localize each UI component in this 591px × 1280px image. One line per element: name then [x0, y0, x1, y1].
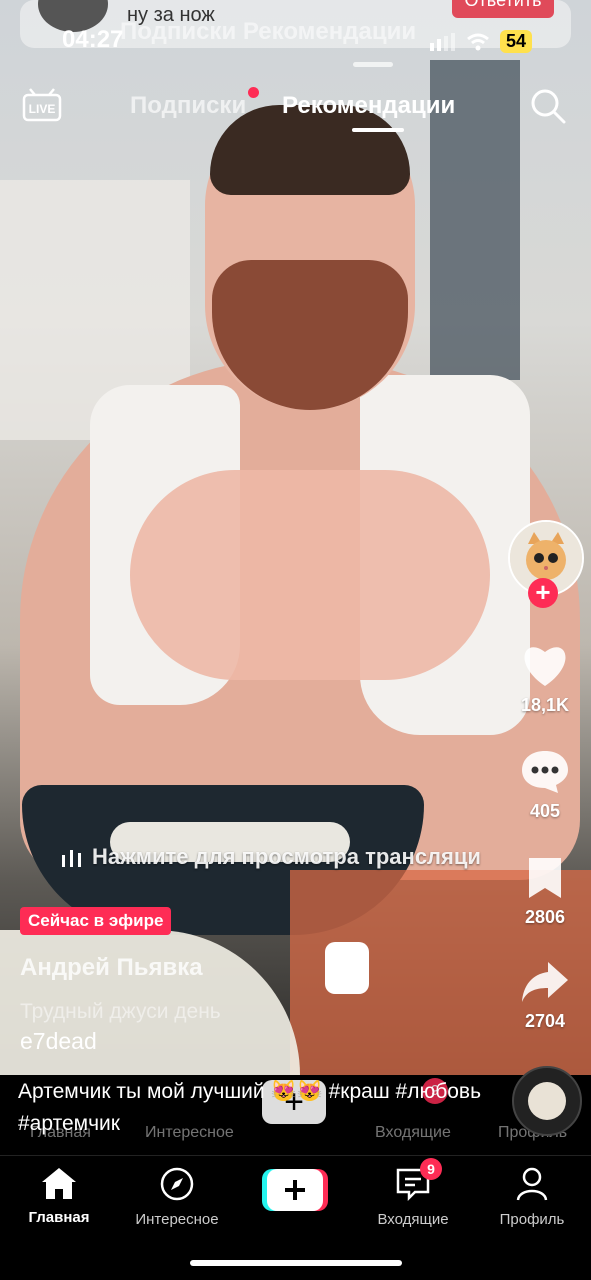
music-disc-cover [528, 1082, 566, 1120]
plus-icon[interactable] [262, 1169, 328, 1211]
wifi-icon [467, 33, 489, 50]
ghost-tabs-text: Подписки Рекомендации [120, 18, 417, 45]
nav-inbox-label: Входящие [377, 1211, 449, 1228]
share-count: 2704 [524, 1011, 566, 1031]
live-hint[interactable]: Нажмите для просмотра трансляци [60, 844, 481, 870]
share-button[interactable]: 2704 [505, 960, 585, 1032]
nav-profile[interactable]: Профиль [473, 1166, 591, 1228]
equalizer-icon [62, 850, 81, 867]
profile-icon [516, 1167, 548, 1201]
cup [325, 942, 369, 994]
heart-icon [524, 647, 566, 686]
like-count: 18,1K [520, 695, 570, 715]
follow-button[interactable]: + [528, 578, 558, 608]
live-subtitle: Трудный джуси день [20, 1000, 221, 1023]
home-indicator[interactable] [190, 1260, 402, 1266]
music-disc[interactable] [512, 1066, 582, 1136]
video-author-handle[interactable]: e7dead [20, 1028, 97, 1055]
signal-icon [430, 32, 455, 51]
like-button[interactable]: 18,1K [505, 642, 585, 716]
nav-home[interactable]: Главная [0, 1166, 118, 1226]
nav-discover-label: Интересное [135, 1211, 219, 1228]
nav-profile-label: Профиль [499, 1211, 565, 1228]
compass-icon [160, 1167, 194, 1201]
nav-home-label: Главная [28, 1209, 90, 1226]
status-time: 04:27 [62, 26, 124, 53]
save-button[interactable]: 2806 [505, 856, 585, 928]
live-icon-label: LIVE [29, 102, 56, 116]
reply-button[interactable]: Ответить [452, 0, 554, 18]
comment-count: 405 [529, 801, 561, 821]
battery-indicator: 54 [500, 30, 533, 53]
tab-following[interactable]: Подписки [130, 92, 246, 120]
video-caption[interactable]: Артемчик ты мой лучший 😻😻 #краш #любовь … [18, 1076, 488, 1140]
notification-grabber[interactable] [353, 62, 393, 67]
nav-discover[interactable]: Интересное [118, 1166, 236, 1228]
status-icons: 54 [430, 30, 533, 53]
live-hint-text: Нажмите для просмотра трансляци [92, 844, 481, 869]
nav-inbox[interactable]: Входящие [354, 1166, 472, 1228]
tab-for-you[interactable]: Рекомендации [282, 92, 455, 120]
comment-icon [522, 751, 568, 793]
live-now-badge[interactable]: Сейчас в эфире [20, 907, 172, 935]
bookmark-icon [529, 858, 561, 898]
heart-hands [130, 470, 490, 680]
tiktok-screen: ну за нож Ответить Подписки Рекомендации… [0, 0, 591, 1280]
active-tab-indicator [352, 128, 404, 132]
search-icon[interactable] [530, 88, 566, 124]
share-icon [522, 962, 568, 1002]
top-nav: LIVE Подписки Рекомендации [0, 82, 591, 132]
home-icon [42, 1168, 76, 1199]
live-icon[interactable]: LIVE [22, 88, 62, 122]
save-count: 2806 [524, 907, 566, 927]
live-author-name[interactable]: Андрей Пьявка [20, 954, 203, 982]
inbox-badge: 9 [420, 1158, 442, 1180]
following-dot [248, 87, 259, 98]
comment-button[interactable]: 405 [505, 748, 585, 822]
